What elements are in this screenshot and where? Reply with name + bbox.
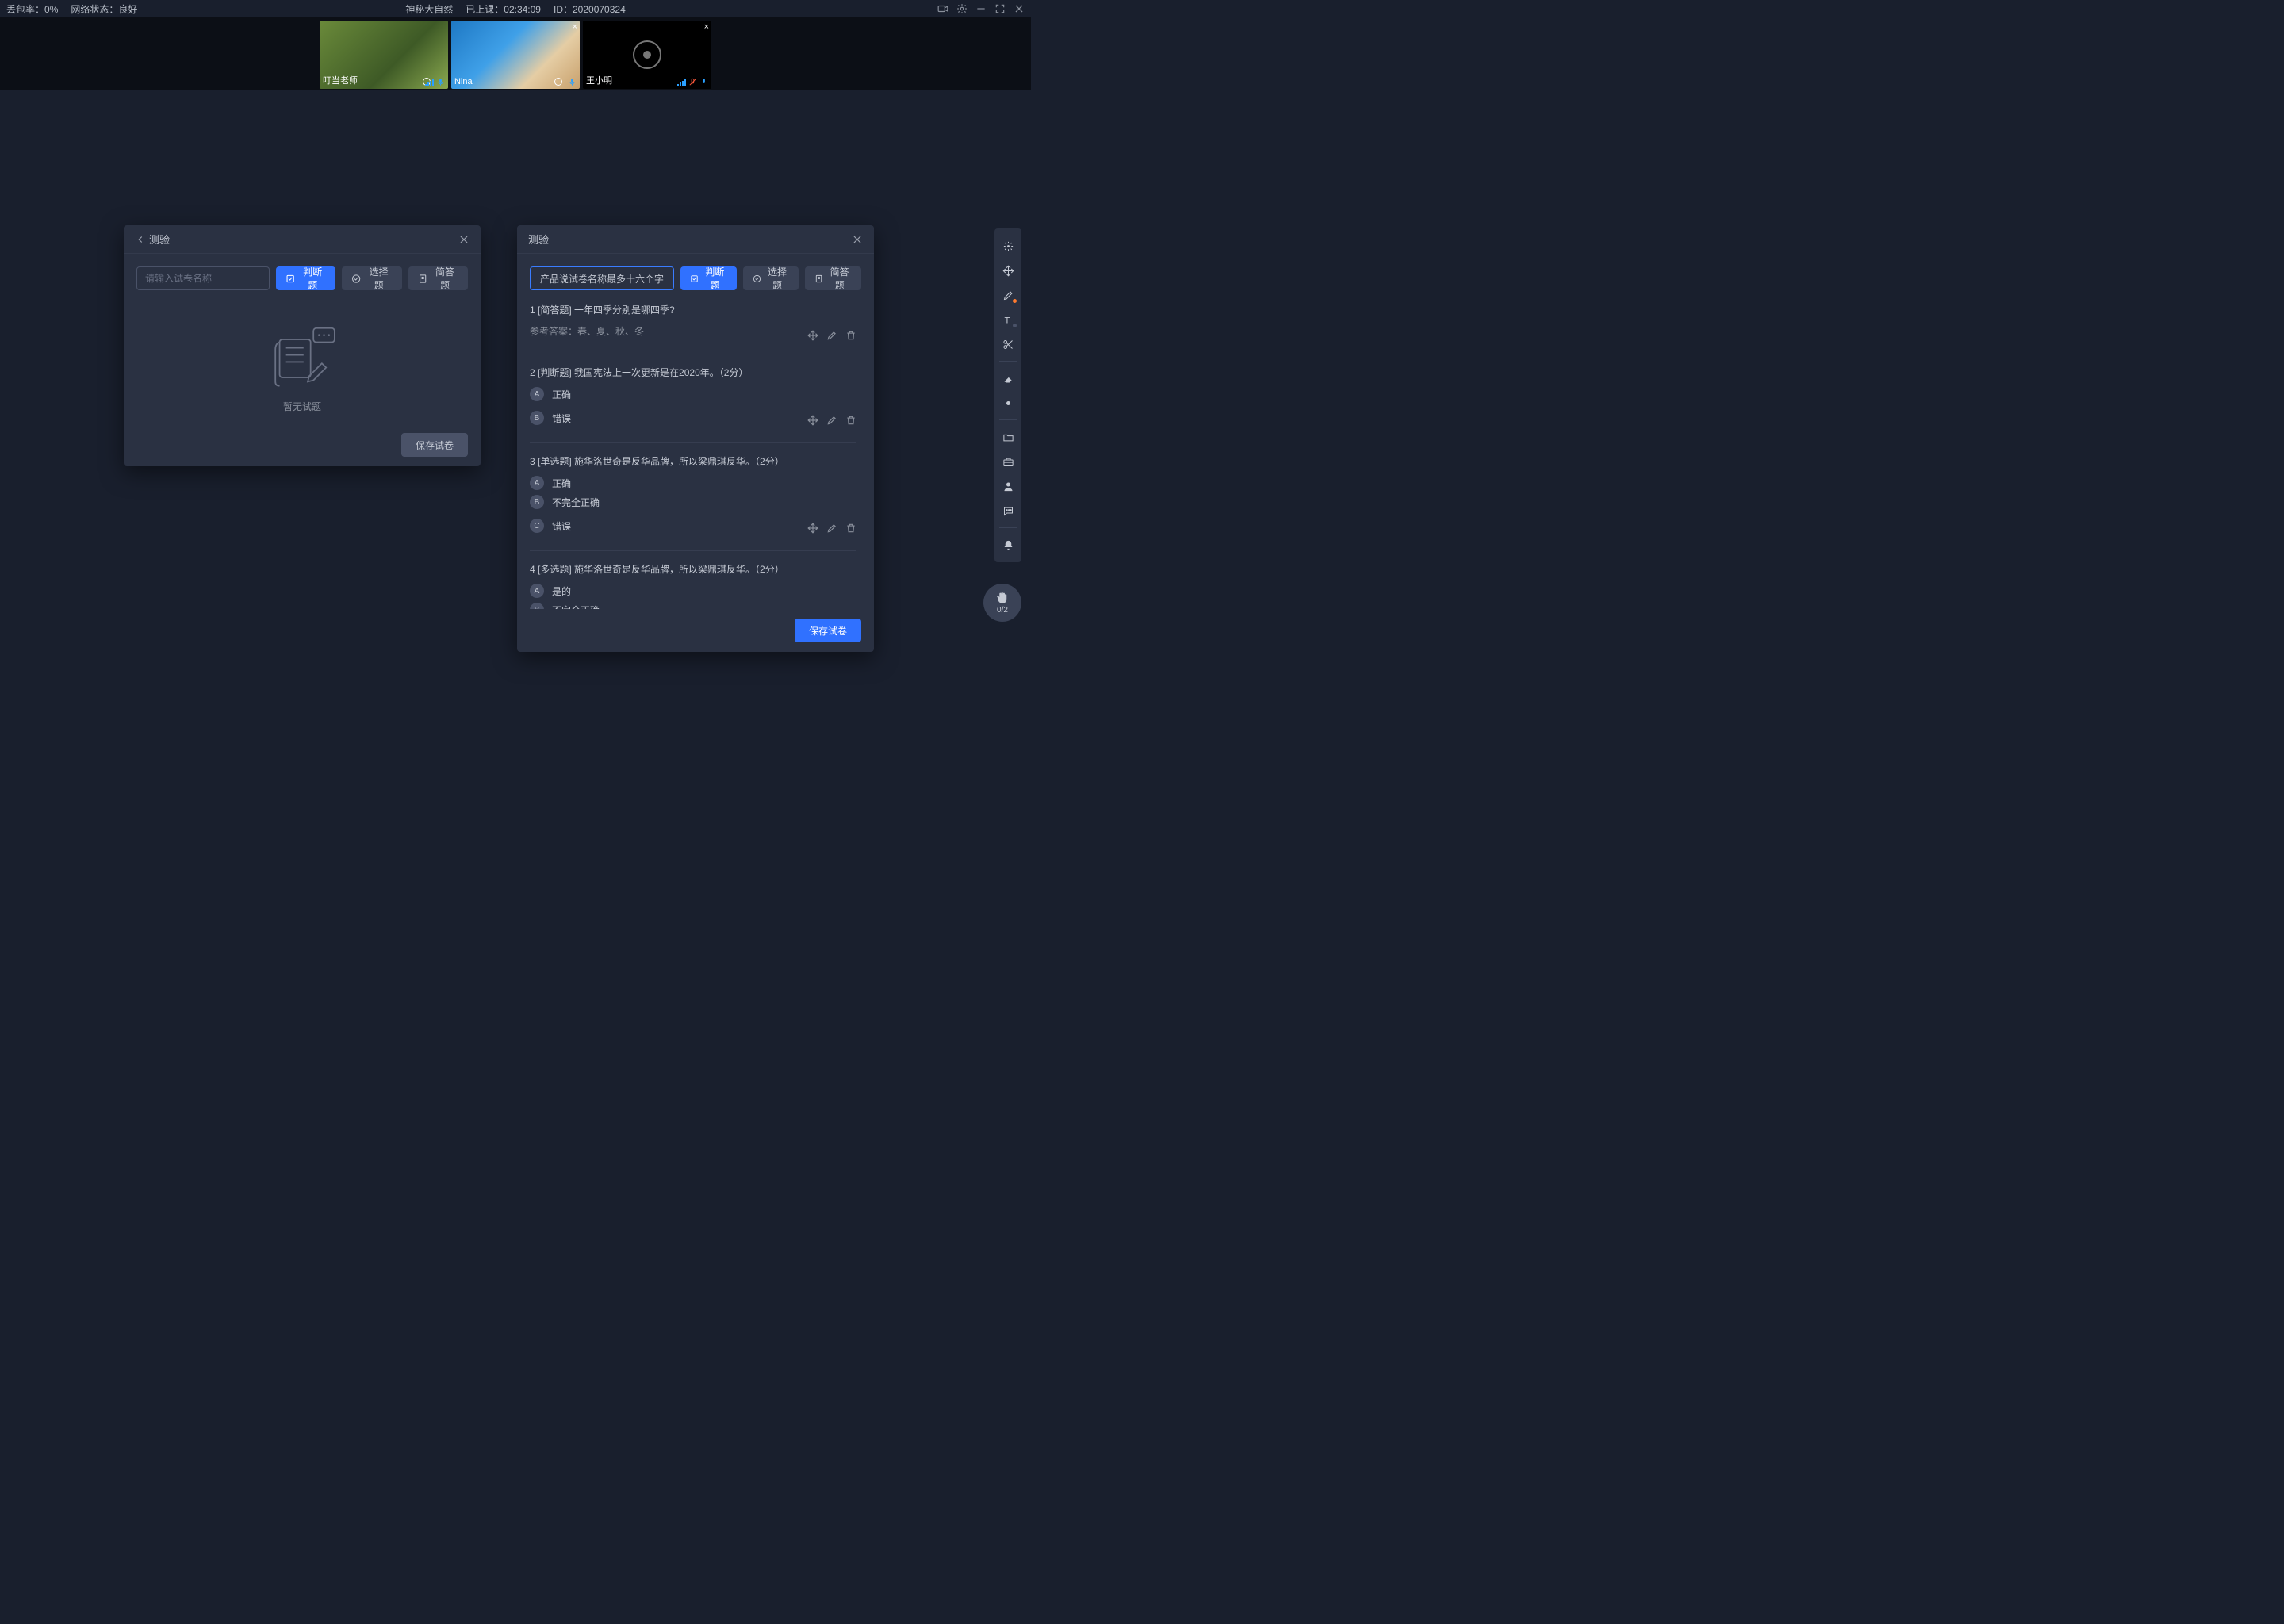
laser-tool-icon[interactable]	[997, 392, 1019, 414]
mic-indicator	[677, 78, 708, 86]
video-bar: 叮当老师 × Nina × 王小明	[0, 17, 1031, 90]
move-tool-icon[interactable]	[997, 259, 1019, 282]
question-item: 2 [判断题] 我国宪法上一次更新是在2020年。（2分） A正确 B错误	[530, 366, 856, 443]
toolbox-tool-icon[interactable]	[997, 450, 1019, 473]
back-icon[interactable]	[135, 234, 146, 245]
option[interactable]: A是的	[530, 584, 856, 598]
move-icon[interactable]	[807, 523, 818, 534]
top-status-bar: 丢包率：0% 网络状态：良好 神秘大自然 已上课：02:34:09 ID：202…	[0, 0, 1031, 17]
svg-text:T: T	[1004, 316, 1010, 325]
panel-title: 测验	[528, 232, 549, 247]
edit-icon[interactable]	[826, 523, 837, 534]
fullscreen-icon[interactable]	[994, 3, 1006, 14]
scissors-tool-icon[interactable]	[997, 333, 1019, 355]
question-item: 3 [单选题] 施华洛世奇是反华品牌，所以梁鼎琪反华。（2分） A正确 B不完全…	[530, 454, 856, 551]
class-title: 神秘大自然	[405, 2, 453, 16]
option[interactable]: C错误	[530, 519, 571, 533]
network-status: 网络状态：良好	[71, 2, 137, 16]
packet-loss: 丢包率：0%	[6, 2, 58, 16]
user-tool-icon[interactable]	[997, 475, 1019, 497]
hand-count: 0/2	[997, 606, 1008, 615]
quiz-panel-filled: 测验 产品说试卷名称最多十六个字 判断题 选择题 简答题 1 [简答题] 一年四…	[517, 225, 874, 652]
settings-icon[interactable]	[956, 3, 968, 14]
option[interactable]: A正确	[530, 476, 856, 490]
move-icon[interactable]	[807, 415, 818, 426]
empty-illustration-icon	[266, 327, 338, 390]
camera-icon[interactable]	[937, 3, 948, 14]
delete-icon[interactable]	[845, 415, 856, 426]
question-item: 1 [简答题] 一年四季分别是哪四季? 参考答案：春、夏、秋、冬	[530, 303, 856, 354]
hand-raise-button[interactable]: 0/2	[983, 584, 1021, 622]
close-icon[interactable]	[1014, 3, 1025, 14]
session-id: ID：2020070324	[554, 2, 626, 16]
elapsed-time: 已上课：02:34:09	[466, 2, 541, 16]
option[interactable]: B错误	[530, 411, 571, 425]
choice-question-button[interactable]: 选择题	[342, 266, 401, 290]
status-badge	[554, 78, 562, 86]
move-icon[interactable]	[807, 330, 818, 341]
empty-state: 暂无试题	[136, 303, 468, 413]
camera-off-icon	[633, 40, 661, 69]
minimize-icon[interactable]	[975, 3, 987, 14]
tile-close-icon[interactable]: ×	[573, 22, 577, 32]
video-tile-student[interactable]: × 王小明	[583, 21, 711, 89]
edit-icon[interactable]	[826, 330, 837, 341]
empty-text: 暂无试题	[283, 400, 321, 413]
tile-name: Nina	[454, 77, 473, 86]
delete-icon[interactable]	[845, 523, 856, 534]
quiz-name-input[interactable]	[136, 266, 270, 290]
panel-close-icon[interactable]	[852, 234, 863, 245]
right-toolbar: T	[994, 228, 1021, 562]
question-item: 4 [多选题] 施华洛世奇是反华品牌，所以梁鼎琪反华。（2分） A是的 B不完全…	[530, 562, 856, 609]
panel-title: 测验	[149, 232, 170, 247]
tile-name: 王小明	[586, 74, 612, 86]
option[interactable]: A正确	[530, 387, 856, 401]
video-tile-teacher[interactable]: 叮当老师	[320, 21, 448, 89]
judge-question-button[interactable]: 判断题	[276, 266, 335, 290]
mic-indicator	[425, 78, 445, 86]
mic-indicator	[568, 78, 577, 86]
save-quiz-button[interactable]: 保存试卷	[795, 619, 861, 642]
cursor-tool-icon[interactable]	[997, 235, 1019, 257]
reference-answer: 参考答案：春、夏、秋、冬	[530, 324, 644, 338]
choice-question-button[interactable]: 选择题	[743, 266, 799, 290]
quiz-name-input[interactable]: 产品说试卷名称最多十六个字	[530, 266, 674, 290]
chat-tool-icon[interactable]	[997, 500, 1019, 522]
pen-tool-icon[interactable]	[997, 284, 1019, 306]
option[interactable]: B不完全正确	[530, 603, 856, 609]
panel-close-icon[interactable]	[458, 234, 469, 245]
judge-question-button[interactable]: 判断题	[680, 266, 737, 290]
save-quiz-button[interactable]: 保存试卷	[401, 433, 468, 457]
edit-icon[interactable]	[826, 415, 837, 426]
text-tool-icon[interactable]: T	[997, 308, 1019, 331]
quiz-panel-empty: 测验 判断题 选择题 简答题 暂无试题 保存试卷	[124, 225, 481, 466]
option[interactable]: B不完全正确	[530, 495, 856, 509]
video-tile-student[interactable]: × Nina	[451, 21, 580, 89]
eraser-tool-icon[interactable]	[997, 367, 1019, 389]
short-answer-button[interactable]: 简答题	[408, 266, 468, 290]
short-answer-button[interactable]: 简答题	[805, 266, 861, 290]
folder-tool-icon[interactable]	[997, 426, 1019, 448]
tile-close-icon[interactable]: ×	[704, 22, 709, 32]
bell-tool-icon[interactable]	[997, 534, 1019, 556]
delete-icon[interactable]	[845, 330, 856, 341]
questions-list[interactable]: 1 [简答题] 一年四季分别是哪四季? 参考答案：春、夏、秋、冬 2 [判断题]…	[530, 303, 861, 609]
tile-name: 叮当老师	[323, 74, 358, 86]
hand-icon	[995, 591, 1010, 605]
